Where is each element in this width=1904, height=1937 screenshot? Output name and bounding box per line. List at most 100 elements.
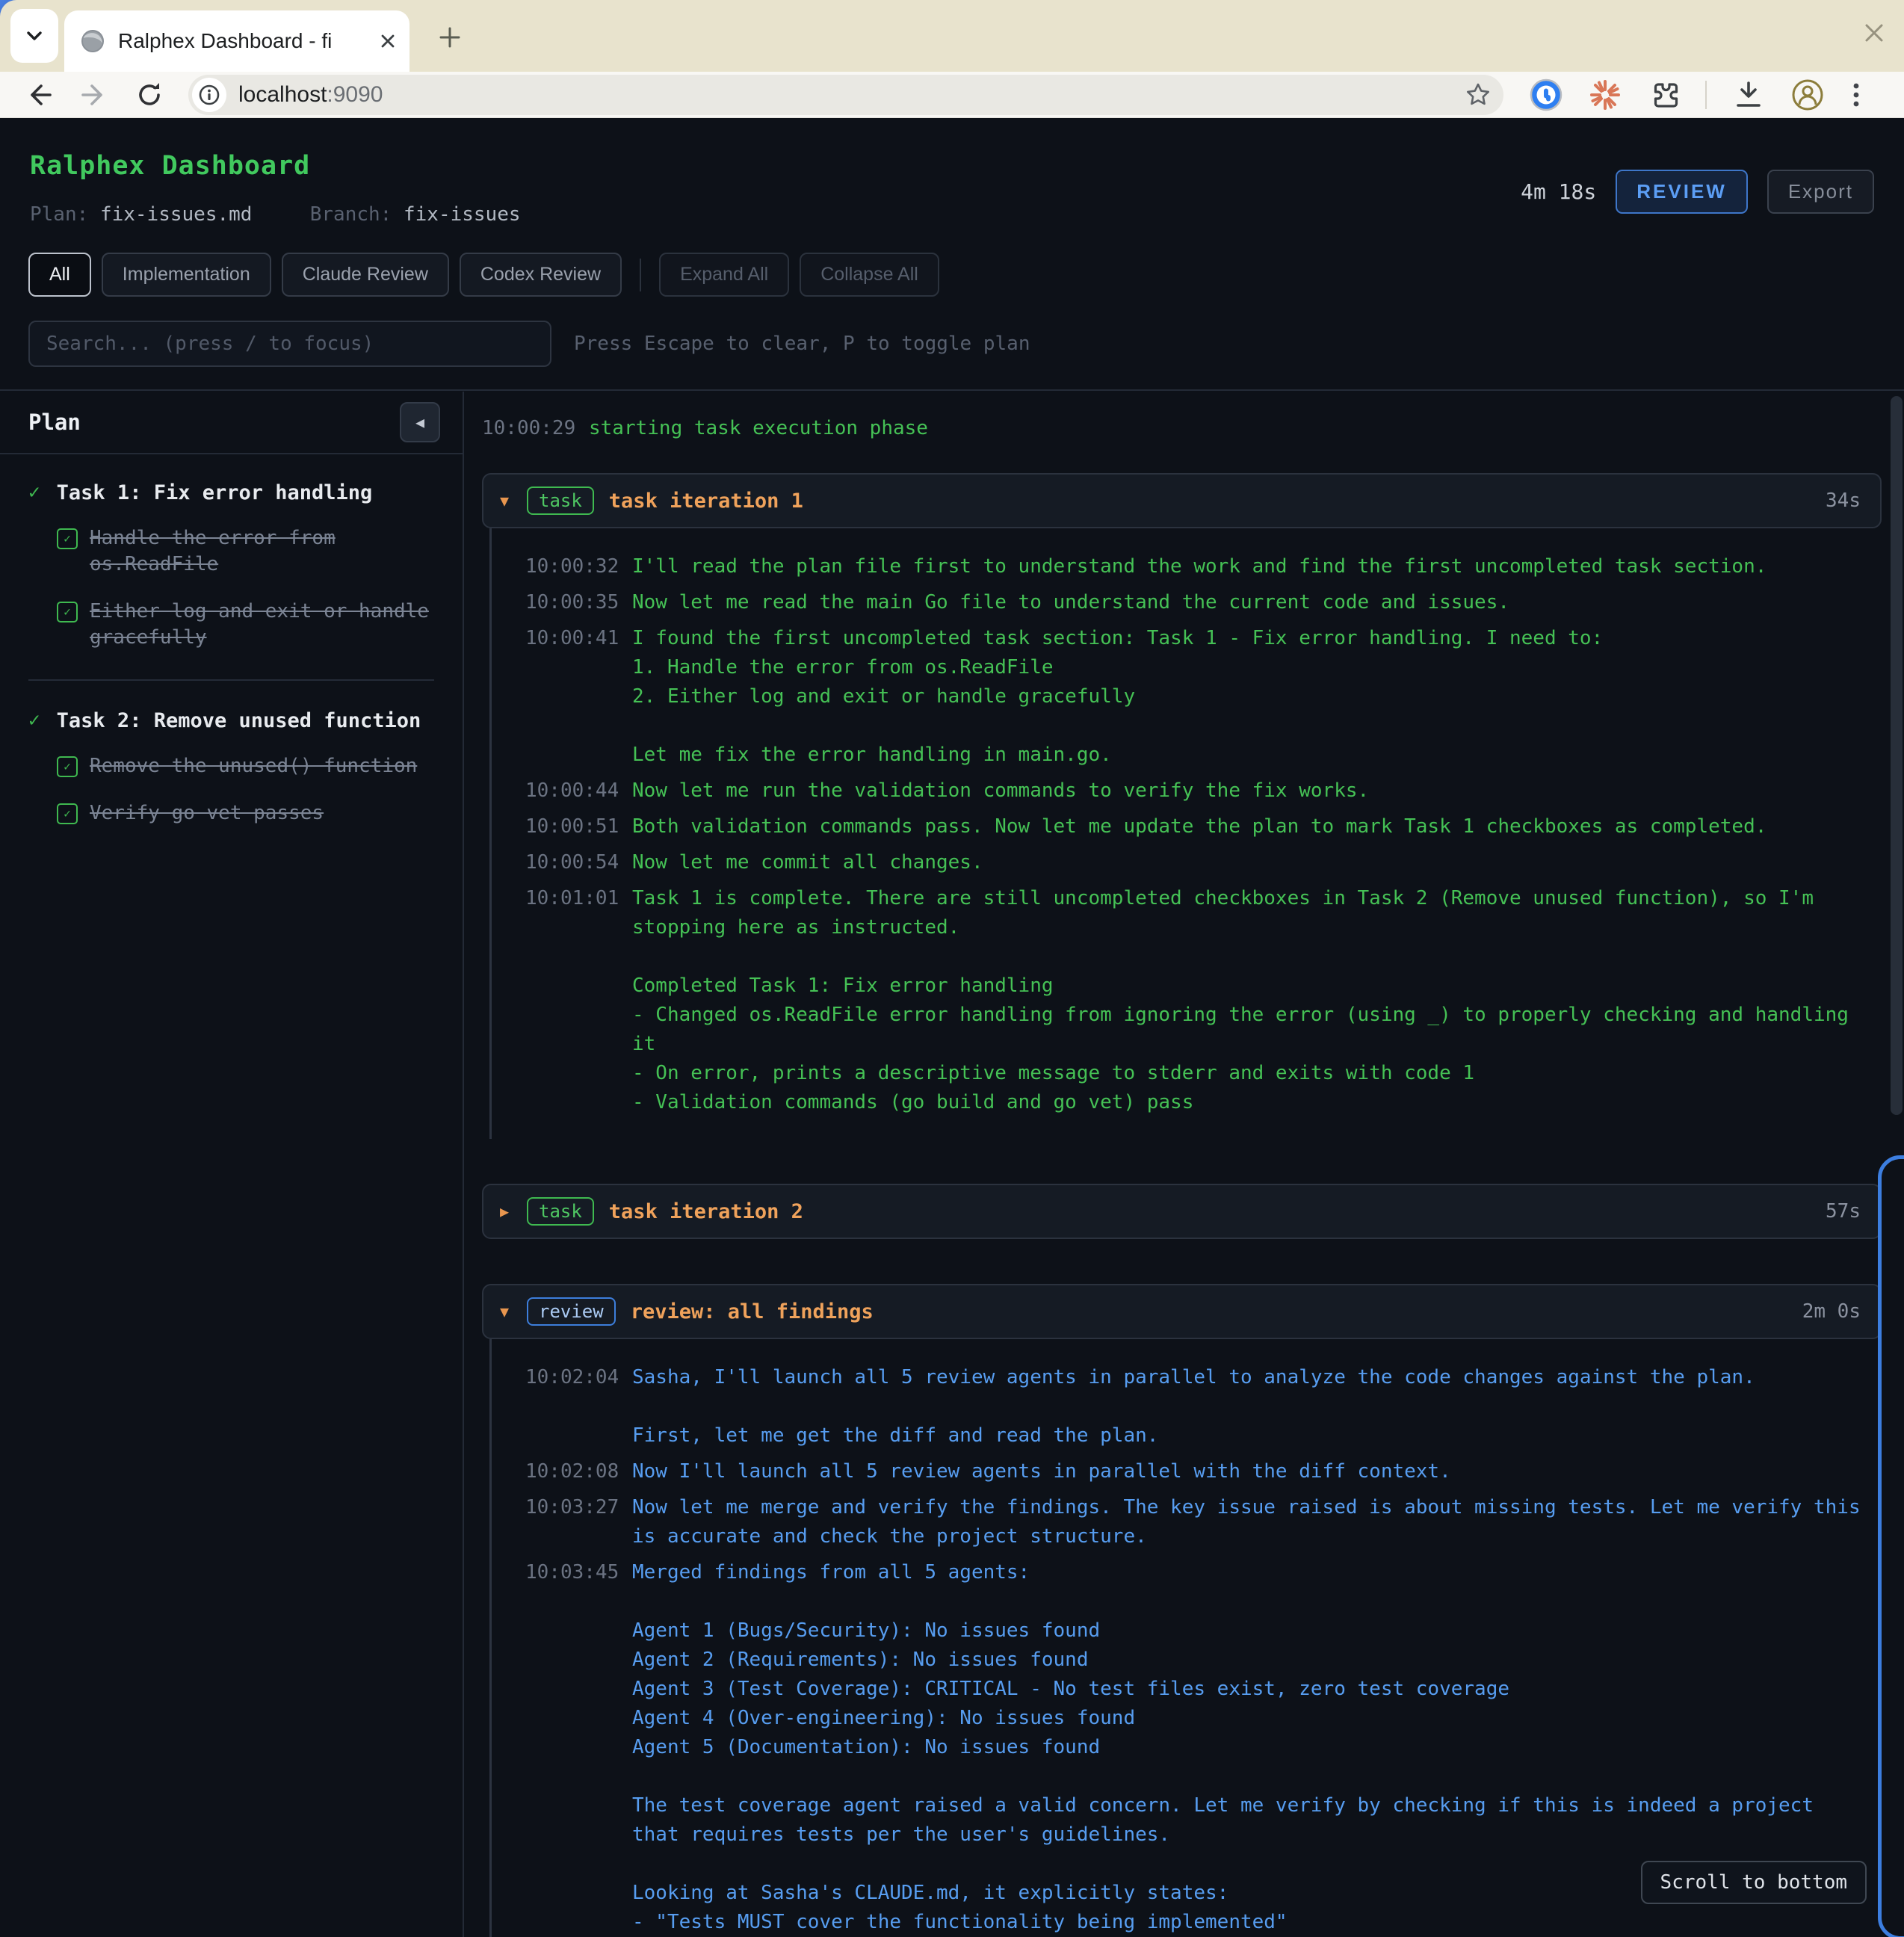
group-header[interactable]: ▼ review review: all findings 2m 0s <box>482 1284 1882 1339</box>
task-check-icon: ✓ <box>28 709 40 732</box>
filter-tab-implementation[interactable]: Implementation <box>102 253 271 297</box>
tab-search-button[interactable] <box>10 9 58 63</box>
log-main: 10:00:29 starting task execution phase ▼… <box>464 392 1904 1937</box>
group-header[interactable]: ▼ task task iteration 1 34s <box>482 473 1882 528</box>
caret-right-icon: ▶ <box>500 1202 527 1220</box>
caret-down-icon: ▼ <box>500 1303 527 1320</box>
url-bar[interactable]: localhost:9090 <box>188 75 1503 115</box>
filter-tab-codex-review[interactable]: Codex Review <box>460 253 622 297</box>
log-timestamp: 10:00:44 <box>525 776 619 806</box>
branch-value: fix-issues <box>404 203 521 226</box>
task-item: ✓ Task 2: Remove unused function ✓ Remov… <box>28 709 434 827</box>
log-timestamp: 10:00:51 <box>525 812 619 841</box>
browser-toolbar: localhost:9090 <box>0 72 1904 118</box>
bookmark-star-icon[interactable] <box>1463 80 1493 110</box>
log-text: I found the first uncompleted task secti… <box>632 624 1865 770</box>
log-timestamp: 10:00:35 <box>525 588 619 617</box>
group-title: task iteration 1 <box>609 489 1826 513</box>
group-body: 10:02:04 Sasha, I'll launch all 5 review… <box>489 1339 1882 1937</box>
reload-button[interactable] <box>133 78 166 111</box>
ralphex-dashboard: Ralphex Dashboard Plan: fix-issues.md Br… <box>0 118 1904 1937</box>
log-text: Now I'll launch all 5 review agents in p… <box>632 1457 1865 1486</box>
checkbox-checked-icon: ✓ <box>57 602 78 623</box>
subitem-label: Verify go vet passes <box>90 800 434 827</box>
browser-tab[interactable]: Ralphex Dashboard - fi <box>64 10 409 72</box>
chevron-down-icon <box>23 25 46 47</box>
task-subitem: ✓ Remove the unused() function <box>57 753 434 779</box>
log-entry: 10:00:54 Now let me commit all changes. <box>525 848 1882 877</box>
log-text: Now let me run the validation commands t… <box>632 776 1865 806</box>
group-body: 10:00:32 I'll read the plan file first t… <box>489 528 1882 1139</box>
sidebar-collapse-button[interactable]: ◀ <box>400 402 440 442</box>
onepassword-icon[interactable] <box>1529 78 1563 112</box>
expand-all-button[interactable]: Expand All <box>659 253 789 297</box>
plan-label: Plan: <box>30 203 88 226</box>
forward-button[interactable] <box>78 78 111 111</box>
filter-tab-claude-review[interactable]: Claude Review <box>282 253 449 297</box>
plan-sidebar: Plan ◀ ✓ Task 1: Fix error handling ✓ Ha… <box>0 392 464 1937</box>
log-entry: 10:03:27 Now let me merge and verify the… <box>525 1493 1882 1551</box>
url-text: localhost:9090 <box>238 82 383 108</box>
toolbar-separator <box>1705 81 1707 109</box>
log-entry: 10:00:41 I found the first uncompleted t… <box>525 624 1882 770</box>
filter-row: All Implementation Claude Review Codex R… <box>28 253 1904 297</box>
subitem-label: Remove the unused() function <box>90 753 434 779</box>
filter-tab-all[interactable]: All <box>28 253 91 297</box>
caret-down-icon: ▼ <box>500 492 527 510</box>
scrollbar-thumb[interactable] <box>1891 396 1903 1115</box>
url-host: localhost <box>238 82 327 107</box>
site-info-icon[interactable] <box>192 78 226 112</box>
log-entry: 10:02:08 Now I'll launch all 5 review ag… <box>525 1457 1882 1486</box>
log-group-task-iteration-1: ▼ task task iteration 1 34s 10:00:32 I'l… <box>482 473 1882 1139</box>
tab-close-icon[interactable] <box>378 31 398 51</box>
log-timestamp: 10:00:29 <box>482 414 575 443</box>
globe-favicon-icon <box>79 28 106 55</box>
search-input[interactable] <box>28 321 551 367</box>
log-text: Sasha, I'll launch all 5 review agents i… <box>632 1363 1865 1451</box>
search-hint: Press Escape to clear, P to toggle plan <box>574 333 1030 355</box>
back-button[interactable] <box>22 78 55 111</box>
task-item: ✓ Task 1: Fix error handling ✓ Handle th… <box>28 481 434 651</box>
collapse-all-button[interactable]: Collapse All <box>800 253 939 297</box>
log-text: Now let me commit all changes. <box>632 848 1865 877</box>
menu-kebab-icon[interactable] <box>1850 78 1862 111</box>
review-status-button[interactable]: REVIEW <box>1616 170 1748 214</box>
window-close-button[interactable] <box>1856 15 1892 51</box>
plan-value: fix-issues.md <box>100 203 253 226</box>
checkbox-checked-icon: ✓ <box>57 756 78 777</box>
log-timestamp: 10:03:45 <box>525 1558 619 1937</box>
task-title: Task 2: Remove unused function <box>57 709 421 732</box>
task-badge: task <box>527 1197 594 1226</box>
task-check-icon: ✓ <box>28 481 40 504</box>
scroll-to-bottom-button[interactable]: Scroll to bottom <box>1641 1861 1867 1904</box>
log-entry: 10:02:04 Sasha, I'll launch all 5 review… <box>525 1363 1882 1451</box>
close-icon <box>1862 21 1886 45</box>
checkbox-checked-icon: ✓ <box>57 803 78 824</box>
task-badge: task <box>527 486 594 515</box>
extensions-puzzle-icon[interactable] <box>1647 78 1680 111</box>
download-icon[interactable] <box>1732 78 1765 111</box>
log-text: Task 1 is complete. There are still unco… <box>632 884 1865 1117</box>
log-text: I'll read the plan file first to underst… <box>632 552 1865 581</box>
log-group-review-findings: ▼ review review: all findings 2m 0s 10:0… <box>482 1284 1882 1937</box>
claude-icon[interactable] <box>1589 78 1622 111</box>
export-button[interactable]: Export <box>1767 170 1874 214</box>
log-entry: 10:00:35 Now let me read the main Go fil… <box>525 588 1882 617</box>
dashboard-controls: Ralphex Dashboard Plan: fix-issues.md Br… <box>0 118 1904 391</box>
profile-icon[interactable] <box>1790 78 1825 112</box>
task-list: ✓ Task 1: Fix error handling ✓ Handle th… <box>0 454 463 853</box>
group-header[interactable]: ▶ task task iteration 2 57s <box>482 1184 1882 1239</box>
task-title: Task 1: Fix error handling <box>57 481 373 504</box>
task-subitem: ✓ Handle the error from os.ReadFile <box>57 525 434 578</box>
page-title: Ralphex Dashboard <box>30 151 1521 181</box>
task-subitem: ✓ Either log and exit or handle graceful… <box>57 599 434 651</box>
group-duration: 34s <box>1826 489 1861 512</box>
subitem-label: Either log and exit or handle gracefully <box>90 599 434 651</box>
search-row: Press Escape to clear, P to toggle plan <box>28 321 1876 389</box>
collapse-left-icon: ◀ <box>415 413 424 431</box>
new-tab-button[interactable] <box>430 18 469 57</box>
task-divider <box>28 679 434 681</box>
plus-icon <box>437 25 463 50</box>
group-duration: 2m 0s <box>1802 1300 1861 1323</box>
log-timestamp: 10:00:54 <box>525 848 619 877</box>
